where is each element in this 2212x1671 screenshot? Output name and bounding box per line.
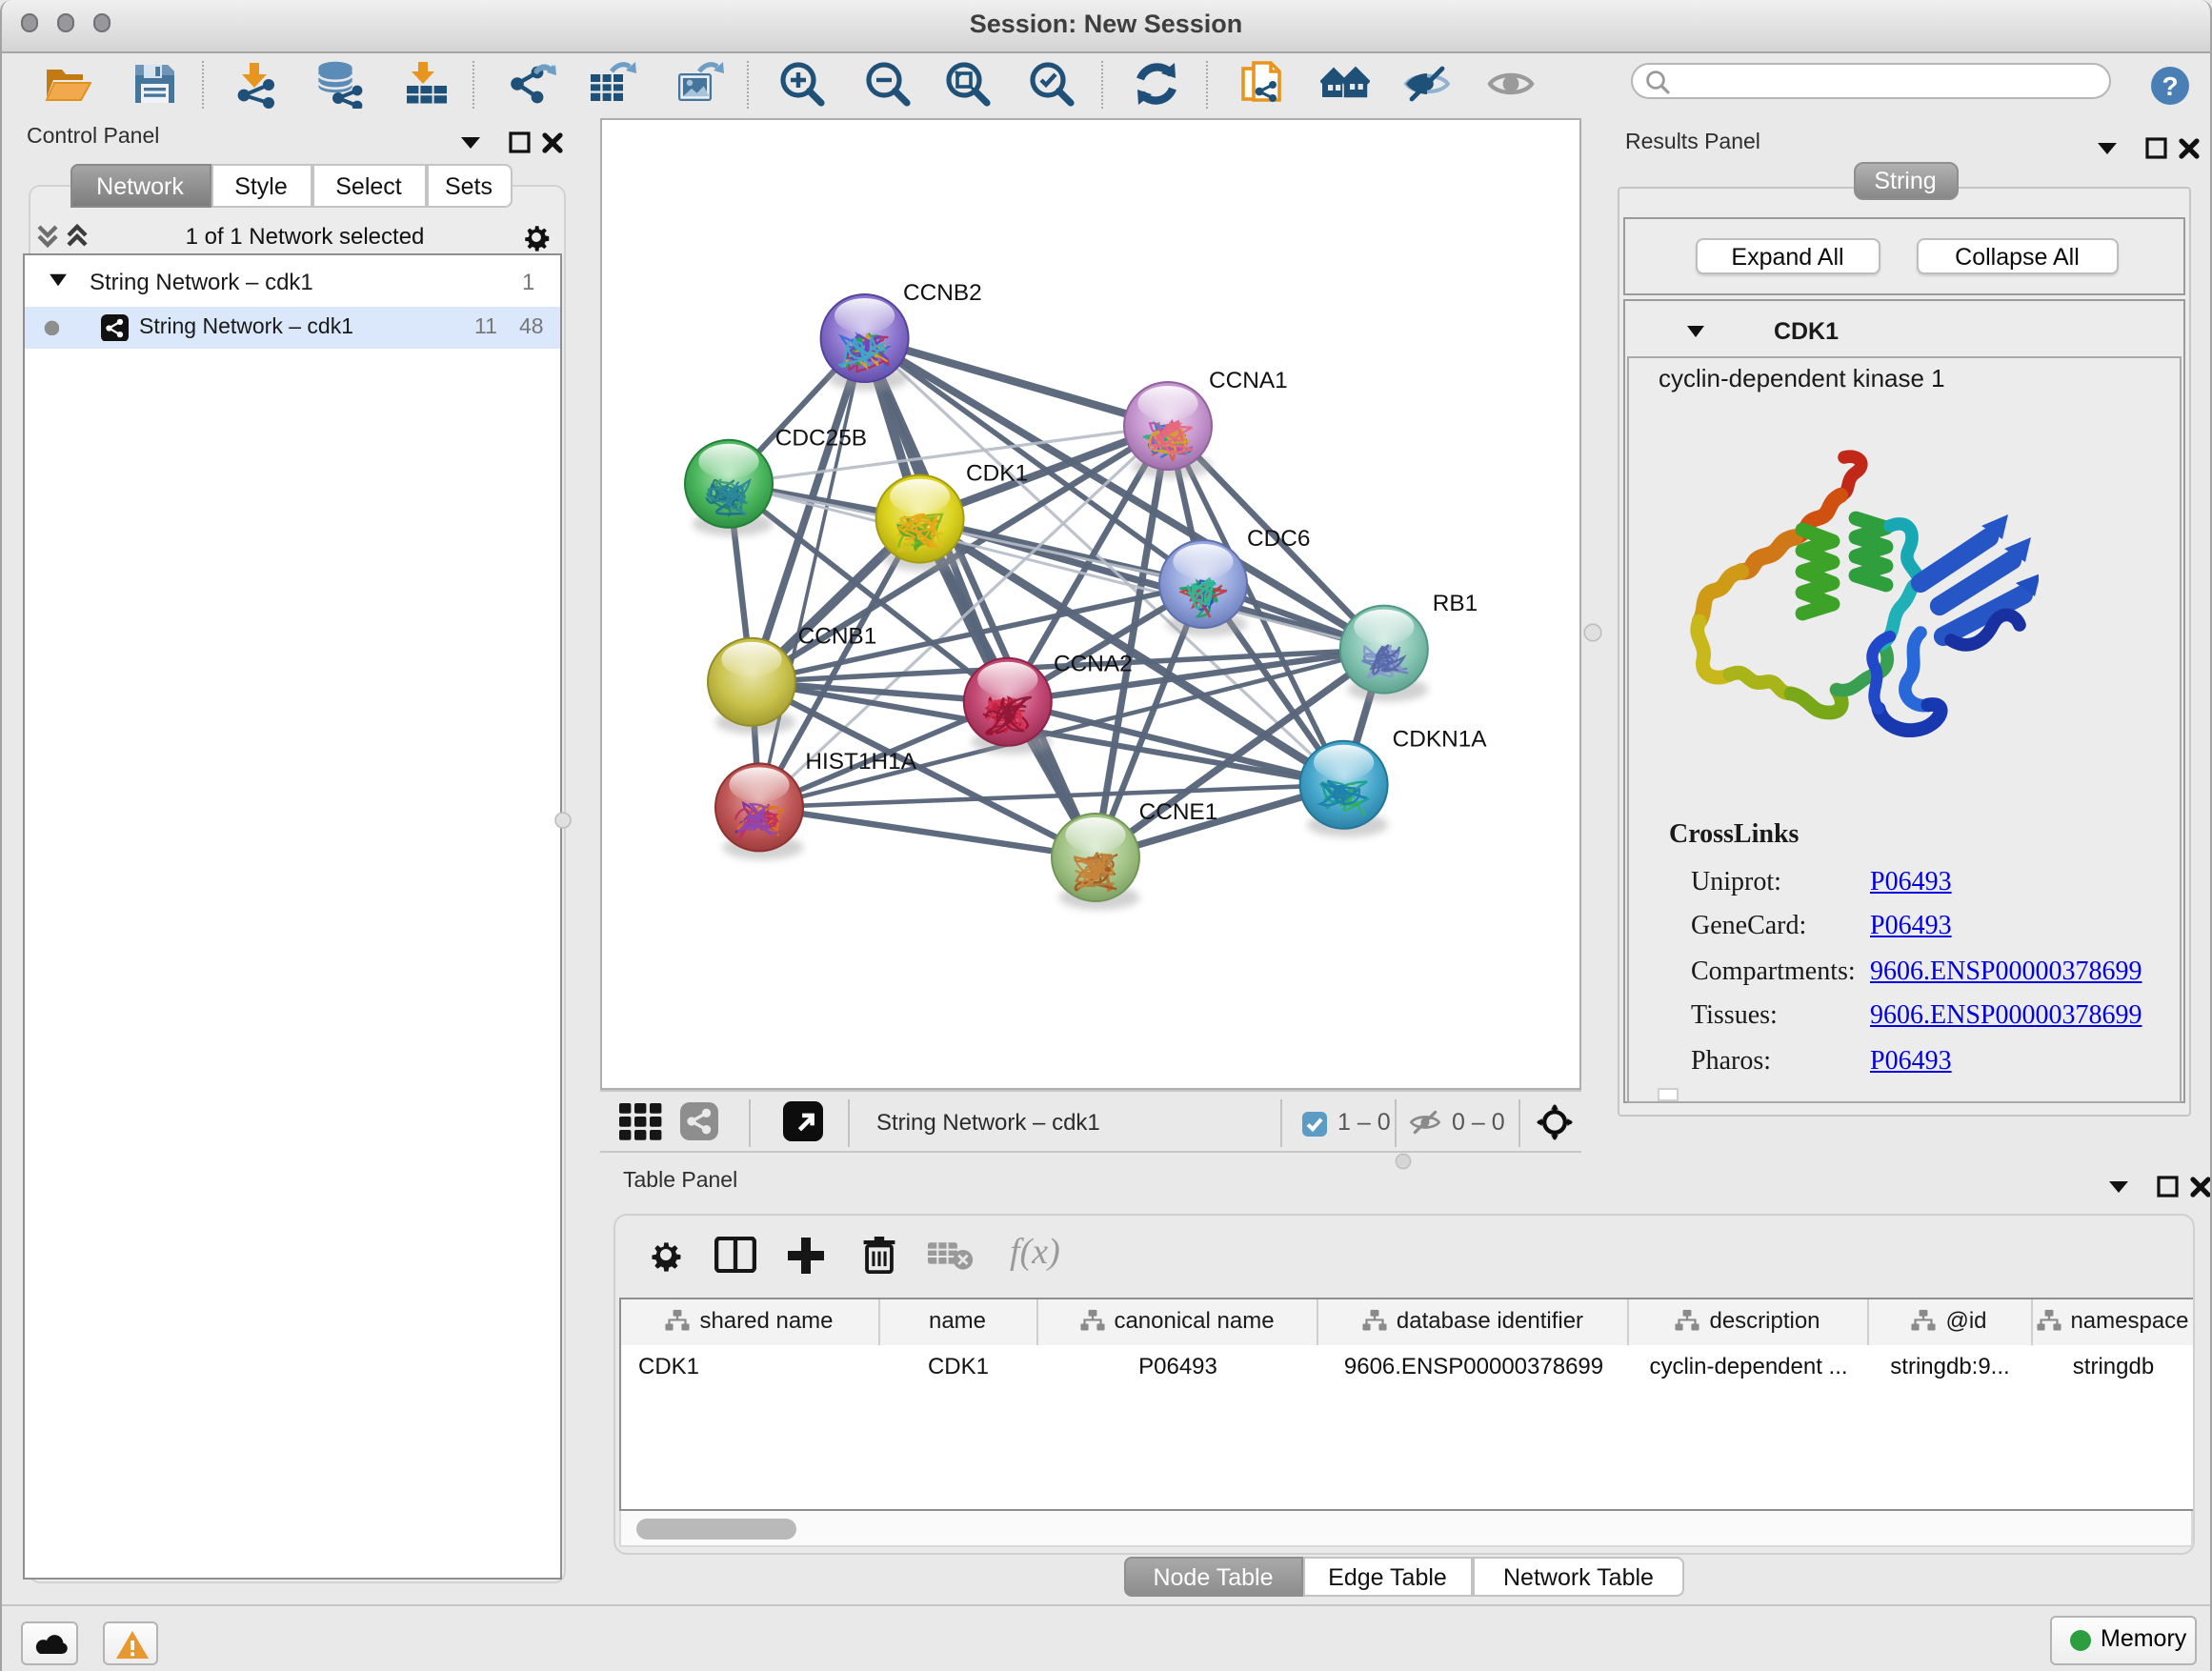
svg-text:CCNB2: CCNB2 — [903, 280, 982, 306]
svg-text:CCNA1: CCNA1 — [1209, 368, 1288, 393]
svg-text:CDC6: CDC6 — [1247, 526, 1310, 552]
svg-text:RB1: RB1 — [1433, 591, 1478, 616]
svg-text:CDC25B: CDC25B — [775, 426, 867, 452]
svg-text:CCNB1: CCNB1 — [798, 624, 877, 650]
svg-text:CCNE1: CCNE1 — [1139, 799, 1218, 825]
svg-text:?: ? — [2162, 71, 2178, 101]
svg-text:CCNA2: CCNA2 — [1054, 651, 1133, 676]
svg-text:HIST1H1A: HIST1H1A — [805, 749, 916, 775]
svg-text:CDKN1A: CDKN1A — [1393, 726, 1488, 752]
svg-text:CDK1: CDK1 — [966, 460, 1028, 486]
